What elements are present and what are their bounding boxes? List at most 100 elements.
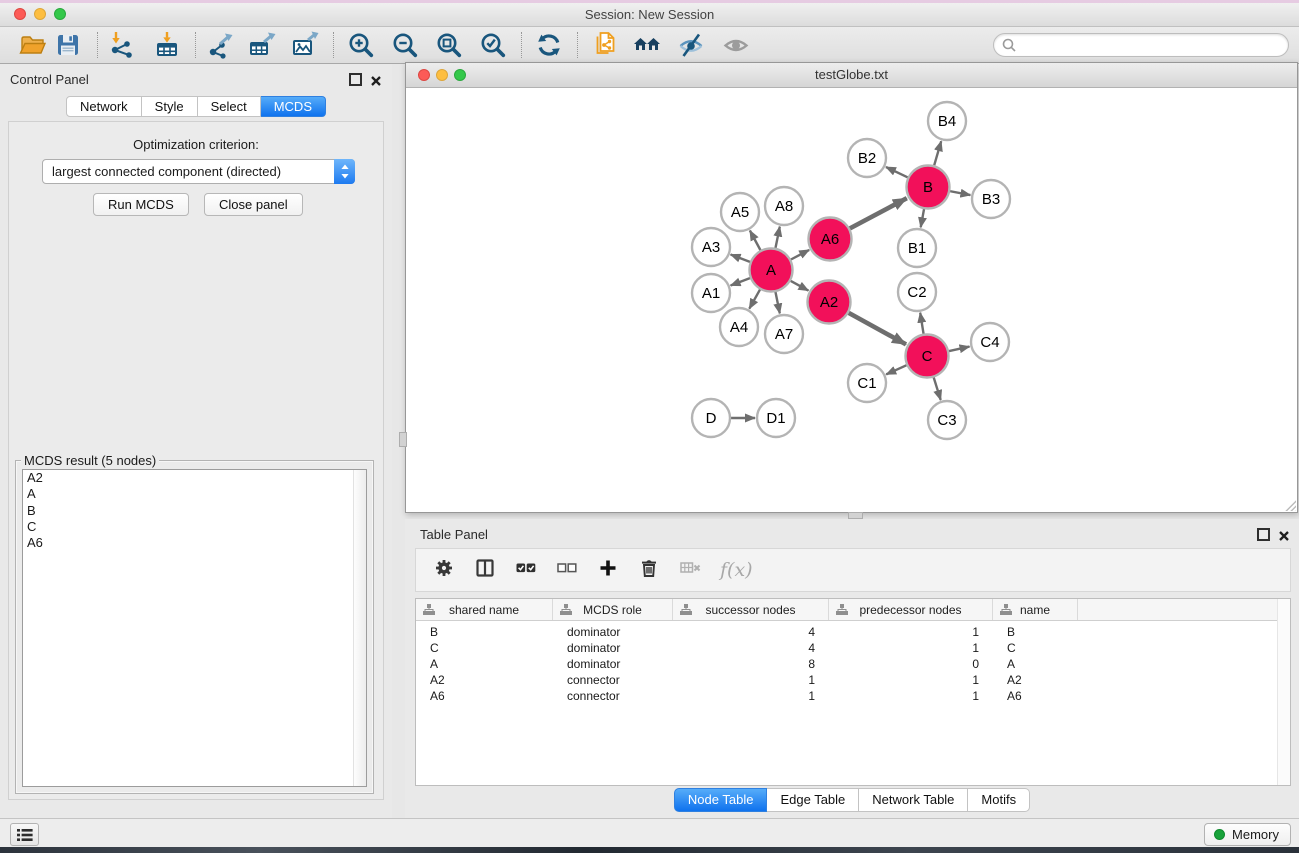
unselect-all-columns-icon[interactable] (556, 558, 578, 583)
table-cell[interactable]: C (416, 640, 553, 656)
delete-table-icon[interactable] (679, 558, 701, 583)
tab-select[interactable]: Select (198, 96, 261, 117)
close-window-icon[interactable] (14, 8, 26, 20)
criterion-select[interactable]: largest connected component (directed) (42, 159, 355, 184)
refresh-icon[interactable] (534, 30, 564, 60)
table-row[interactable]: Bdominator41B (416, 624, 1290, 640)
graph-edge-A-A1[interactable] (731, 278, 751, 286)
graph-edge-C-C2[interactable] (920, 313, 924, 335)
network-horizontal-scrollbar[interactable] (848, 512, 863, 519)
minimize-network-window-icon[interactable] (436, 69, 448, 81)
column-header-successor-nodes[interactable]: successor nodes (673, 599, 829, 620)
import-table-icon[interactable] (152, 30, 182, 60)
tab-network[interactable]: Network (66, 96, 142, 117)
table-scrollbar[interactable] (1277, 599, 1290, 785)
graph-edge-A-A7[interactable] (775, 291, 780, 313)
memory-button[interactable]: Memory (1204, 823, 1291, 846)
settings-gear-icon[interactable] (433, 558, 455, 583)
table-cell[interactable]: A (416, 656, 553, 672)
table-row[interactable]: A2connector11A2 (416, 672, 1290, 688)
graph-edge-A-A6[interactable] (790, 250, 809, 260)
table-cell[interactable]: dominator (553, 624, 673, 640)
table-cell[interactable]: connector (553, 672, 673, 688)
network-canvas[interactable]: B4B2BB3A5A8A6A3B1AA1C2A2A4A7C4CC1C3DD1 (406, 88, 1297, 512)
table-cell[interactable]: 1 (829, 624, 993, 640)
table-cell[interactable]: C (993, 640, 1078, 656)
graph-edge-B-B3[interactable] (949, 191, 970, 195)
table-cell[interactable]: 1 (829, 640, 993, 656)
graph-edge-C-C4[interactable] (948, 347, 970, 352)
table-cell[interactable]: 4 (673, 624, 829, 640)
table-cell[interactable]: A6 (416, 688, 553, 704)
table-cell[interactable]: 1 (673, 688, 829, 704)
graph-edge-A-A3[interactable] (731, 255, 751, 263)
zoom-window-icon[interactable] (54, 8, 66, 20)
table-row[interactable]: Cdominator41C (416, 640, 1290, 656)
zoom-out-icon[interactable] (390, 30, 420, 60)
first-neighbors-icon[interactable] (632, 30, 662, 60)
column-header-name[interactable]: name (993, 599, 1078, 620)
run-mcds-button[interactable]: Run MCDS (93, 193, 189, 216)
mcds-result-item[interactable]: A2 (23, 470, 366, 486)
search-box[interactable] (993, 33, 1289, 57)
main-titlebar[interactable]: Session: New Session (0, 3, 1299, 27)
tab-edge-table[interactable]: Edge Table (767, 788, 859, 812)
graph-edge-A-A2[interactable] (790, 280, 809, 290)
zoom-selected-icon[interactable] (478, 30, 508, 60)
tab-node-table[interactable]: Node Table (674, 788, 768, 812)
open-session-icon[interactable] (18, 30, 48, 60)
table-cell[interactable]: dominator (553, 640, 673, 656)
close-table-panel-icon[interactable] (1279, 528, 1289, 538)
close-network-window-icon[interactable] (418, 69, 430, 81)
export-network-icon[interactable] (206, 30, 236, 60)
hide-details-icon[interactable] (676, 30, 706, 60)
delete-column-icon[interactable] (638, 558, 660, 583)
network-window-titlebar[interactable]: testGlobe.txt (406, 63, 1297, 88)
graph-edge-A2-C[interactable] (848, 312, 906, 344)
table-row[interactable]: Adominator80A (416, 656, 1290, 672)
table-cell[interactable]: A2 (416, 672, 553, 688)
save-session-icon[interactable] (53, 30, 83, 60)
table-cell[interactable]: 1 (673, 672, 829, 688)
node-table[interactable]: shared nameMCDS rolesuccessor nodesprede… (415, 598, 1291, 786)
graph-edge-C-C1[interactable] (886, 365, 907, 375)
table-cell[interactable]: A2 (993, 672, 1078, 688)
show-details-icon[interactable] (721, 30, 751, 60)
graph-edge-A-A4[interactable] (749, 289, 760, 309)
table-cell[interactable]: 0 (829, 656, 993, 672)
network-view-window[interactable]: testGlobe.txt B4B2BB3A5A8A6A3B1AA1C2A2A4… (405, 62, 1298, 513)
mcds-result-item[interactable]: A (23, 486, 366, 502)
zoom-network-window-icon[interactable] (454, 69, 466, 81)
task-history-button[interactable] (10, 823, 39, 846)
mcds-result-item[interactable]: C (23, 519, 366, 535)
graph-edge-A6-B[interactable] (849, 198, 907, 229)
float-table-panel-icon[interactable] (1257, 528, 1270, 541)
select-all-columns-icon[interactable] (515, 558, 537, 583)
column-header-predecessor-nodes[interactable]: predecessor nodes (829, 599, 993, 620)
mcds-result-list[interactable]: A2ABCA6 (22, 469, 367, 787)
minimize-window-icon[interactable] (34, 8, 46, 20)
list-scrollbar[interactable] (353, 470, 366, 786)
close-panel-icon[interactable] (371, 73, 381, 83)
table-cell[interactable]: A6 (993, 688, 1078, 704)
table-cell[interactable]: A (993, 656, 1078, 672)
column-header-MCDS-role[interactable]: MCDS role (553, 599, 673, 620)
tab-network-table[interactable]: Network Table (859, 788, 968, 812)
network-vertical-scrollbar[interactable] (399, 432, 407, 447)
search-input[interactable] (1020, 35, 1280, 55)
close-panel-button[interactable]: Close panel (204, 193, 303, 216)
tab-mcds[interactable]: MCDS (261, 96, 326, 117)
mcds-result-item[interactable]: A6 (23, 535, 366, 551)
graph-edge-B-B4[interactable] (934, 141, 941, 166)
add-column-icon[interactable] (597, 558, 619, 583)
graph-edge-C-C3[interactable] (933, 377, 940, 401)
mcds-result-item[interactable]: B (23, 503, 366, 519)
float-panel-icon[interactable] (349, 73, 362, 86)
table-cell[interactable]: 8 (673, 656, 829, 672)
export-image-icon[interactable] (290, 30, 320, 60)
table-cell[interactable]: 1 (829, 672, 993, 688)
column-manager-icon[interactable] (474, 558, 496, 583)
table-cell[interactable]: 1 (829, 688, 993, 704)
table-cell[interactable]: 4 (673, 640, 829, 656)
graph-edge-A-A5[interactable] (750, 231, 761, 252)
